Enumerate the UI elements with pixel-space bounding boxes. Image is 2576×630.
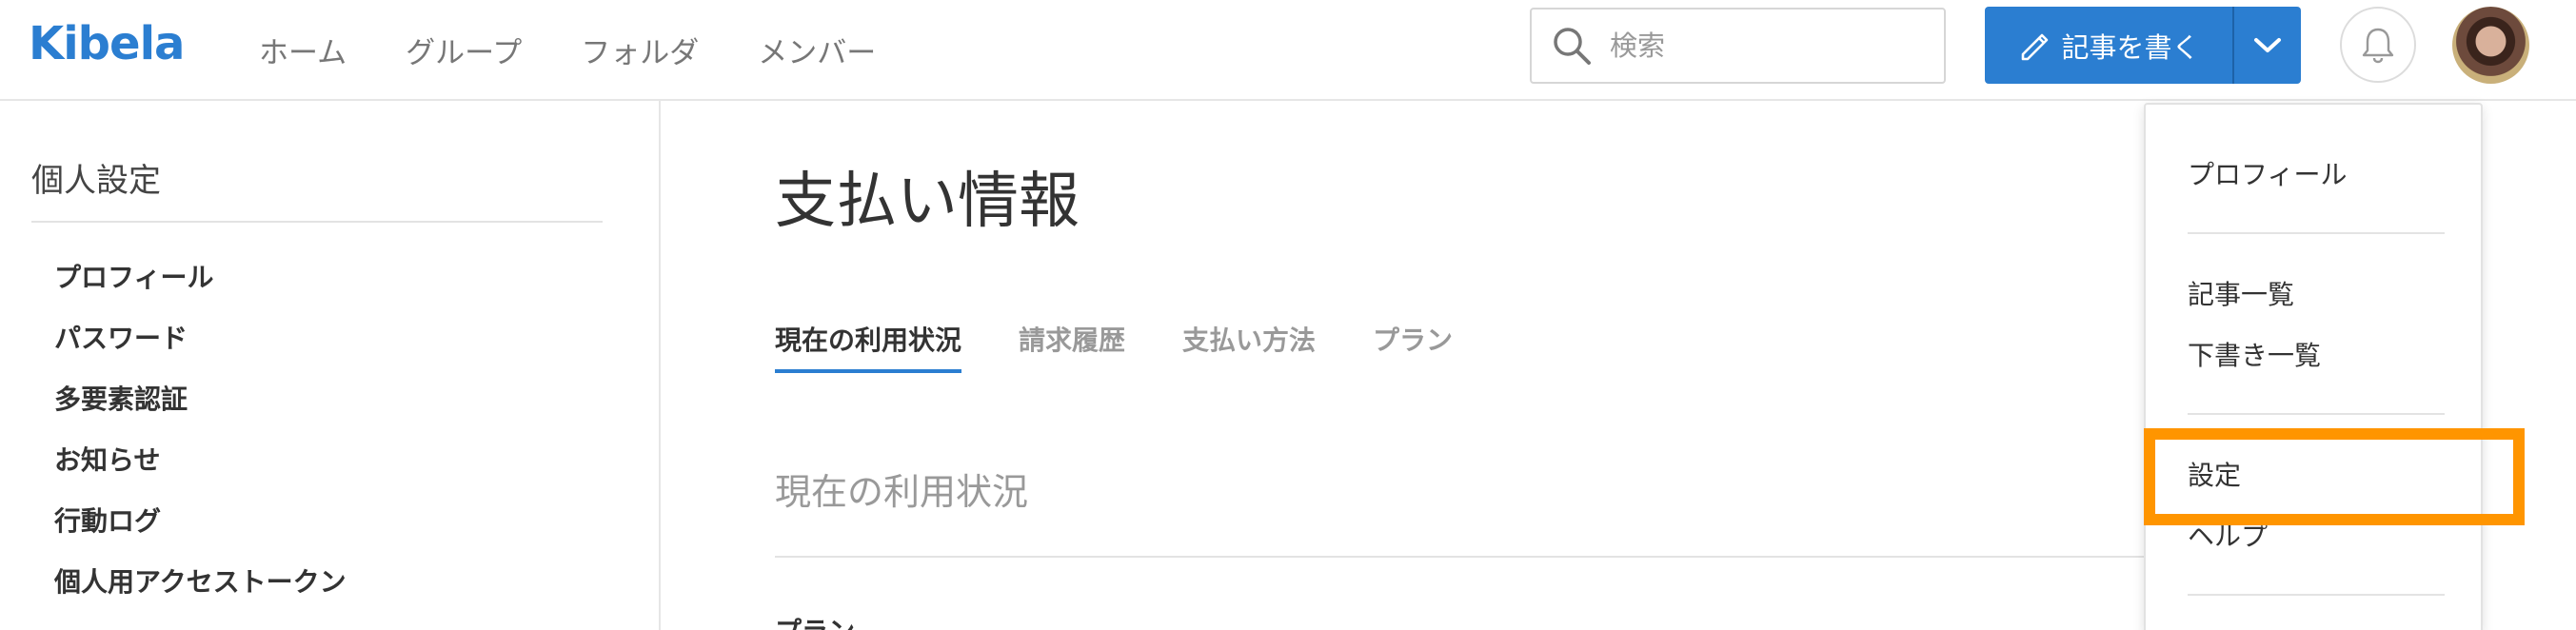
sidebar-list: プロフィール パスワード 多要素認証 お知らせ 行動ログ 個人用アクセストークン (54, 259, 347, 624)
bell-icon (2362, 28, 2394, 64)
tab-plan[interactable]: プラン (1373, 320, 1453, 373)
nav-item-folders[interactable]: フォルダ (581, 29, 699, 71)
sidebar-item-activity-log[interactable]: 行動ログ (54, 502, 347, 563)
tab-billing-history[interactable]: 請求履歴 (1019, 320, 1125, 373)
page-title: 支払い情報 (775, 167, 1080, 237)
section-title: 現在の利用状況 (775, 471, 1029, 513)
user-avatar[interactable] (2452, 7, 2529, 84)
top-header: Kibela ホーム グループ フォルダ メンバー 記事を書く (0, 0, 2576, 101)
kibela-logo[interactable]: Kibela (29, 17, 185, 70)
nav-item-members[interactable]: メンバー (758, 29, 876, 71)
menu-divider (2188, 594, 2445, 596)
chevron-down-icon (2254, 37, 2281, 52)
search-box[interactable] (1530, 8, 1946, 84)
user-dropdown-menu: プロフィール 記事一覧 下書き一覧 設定 ヘルプ (2144, 103, 2483, 630)
billing-tabs: 現在の利用状況 請求履歴 支払い方法 プラン (775, 320, 1453, 373)
menu-divider (2188, 232, 2445, 234)
sidebar-item-profile[interactable]: プロフィール (54, 259, 347, 320)
write-article-button[interactable]: 記事を書く (1985, 7, 2232, 84)
search-icon (1554, 28, 1591, 65)
menu-item-drafts[interactable]: 下書き一覧 (2188, 335, 2321, 373)
section-divider (775, 556, 2146, 558)
sidebar-divider (31, 221, 603, 223)
search-input[interactable] (1610, 30, 1914, 62)
sidebar-item-mfa[interactable]: 多要素認証 (54, 381, 347, 442)
tab-current-usage[interactable]: 現在の利用状況 (775, 320, 962, 373)
write-options-button[interactable] (2232, 7, 2301, 84)
settings-sidebar: 個人設定 プロフィール パスワード 多要素認証 お知らせ 行動ログ 個人用アクセ… (0, 101, 661, 630)
sidebar-item-notifications[interactable]: お知らせ (54, 442, 347, 502)
notifications-button[interactable] (2340, 7, 2416, 83)
sidebar-title: 個人設定 (31, 162, 161, 200)
plan-label: プラン (775, 611, 855, 630)
sidebar-item-password[interactable]: パスワード (54, 320, 347, 381)
sidebar-item-access-tokens[interactable]: 個人用アクセストークン (54, 563, 347, 624)
menu-item-profile[interactable]: プロフィール (2188, 154, 2347, 192)
menu-item-articles[interactable]: 記事一覧 (2188, 274, 2294, 312)
nav-item-home[interactable]: ホーム (259, 29, 347, 71)
pencil-icon (2022, 33, 2049, 60)
nav-item-groups[interactable]: グループ (406, 29, 522, 71)
tab-payment-method[interactable]: 支払い方法 (1182, 320, 1316, 373)
menu-divider (2188, 413, 2445, 415)
write-article-label: 記事を書く (2061, 30, 2200, 64)
main-nav: ホーム グループ フォルダ メンバー (259, 0, 876, 99)
settings-highlight-box (2144, 428, 2525, 525)
